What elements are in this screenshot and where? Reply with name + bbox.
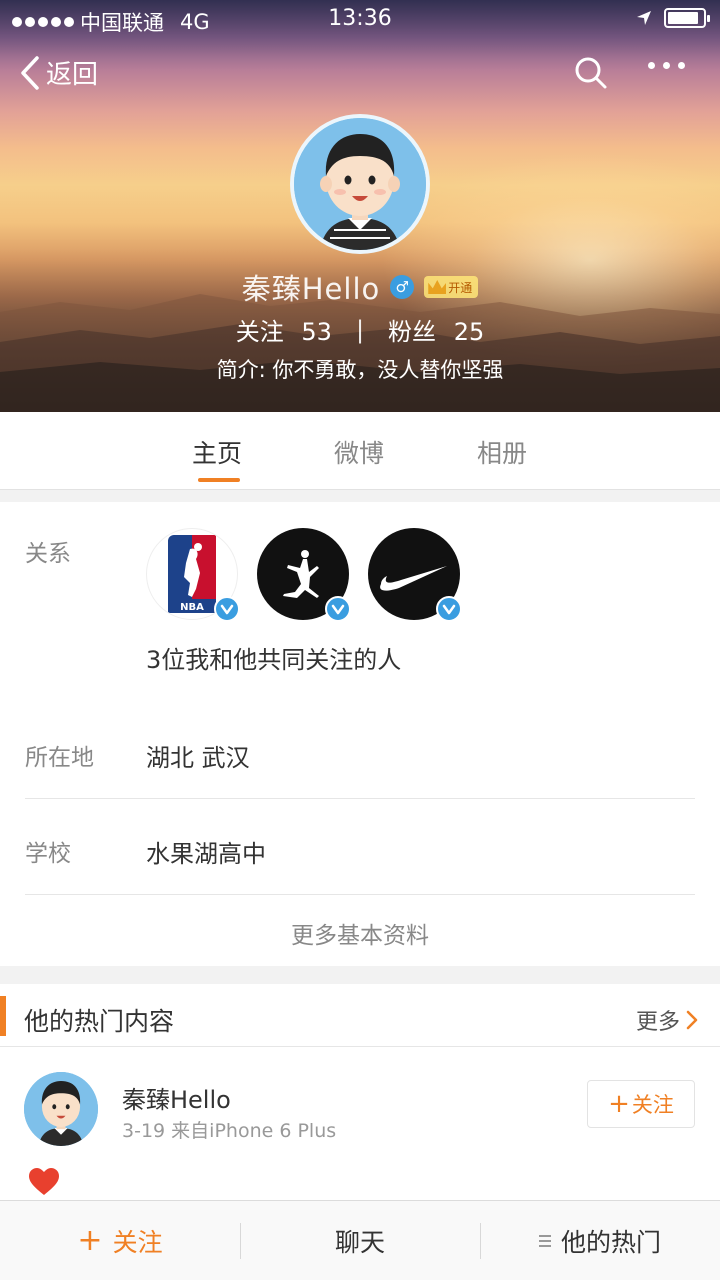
tab-home[interactable]: 主页 xyxy=(192,434,242,470)
post-author-name[interactable]: 秦臻Hello xyxy=(122,1080,231,1115)
hot-content-title: 他的热门内容 xyxy=(24,1007,175,1036)
his-hot-label: 他的热门 xyxy=(560,1228,661,1257)
plus-icon: + xyxy=(608,1089,630,1119)
jumpman-logo-icon xyxy=(283,550,319,598)
verified-badge-icon xyxy=(325,596,351,622)
cartoon-avatar-icon xyxy=(294,118,426,250)
school-label: 学校 xyxy=(25,841,71,867)
following-stat[interactable]: 关注 53 xyxy=(236,312,332,347)
location-value: 湖北 武汉 xyxy=(146,744,250,772)
heart-emoji-icon xyxy=(29,1168,59,1195)
top-nav: 返回 xyxy=(0,48,720,100)
nba-logo-text: NBA xyxy=(180,602,204,613)
post-author-avatar[interactable] xyxy=(24,1072,98,1146)
profile-tabs: 主页 微博 相册 xyxy=(0,412,720,490)
chevron-left-icon xyxy=(21,55,39,90)
mutual-follow-nba[interactable]: NBA xyxy=(146,528,240,622)
section-accent-bar xyxy=(0,996,6,1036)
chat-label: 聊天 xyxy=(334,1228,385,1257)
post-follow-button[interactable]: + 关注 xyxy=(587,1080,695,1128)
follow-button[interactable]: + 关注 xyxy=(0,1201,240,1280)
hot-content-section: 他的热门内容 更多 秦臻Hello 3-19 来自iPhone 6 Plus +… xyxy=(0,984,720,1200)
vip-badge[interactable]: 开通 xyxy=(424,276,479,298)
hot-more-label: 更多 xyxy=(635,1010,680,1035)
mutual-follow-nike[interactable] xyxy=(368,528,462,622)
mutual-follow-text[interactable]: 3位我和他共同关注的人 xyxy=(146,640,401,675)
nike-swoosh-icon xyxy=(380,566,447,591)
tab-weibo[interactable]: 微博 xyxy=(334,434,384,470)
follow-label: 关注 xyxy=(112,1228,163,1257)
back-label: 返回 xyxy=(46,60,99,90)
plus-icon: + xyxy=(77,1223,103,1258)
divider xyxy=(25,798,695,799)
post-meta: 3-19 来自iPhone 6 Plus xyxy=(122,1120,337,1142)
hot-more-link[interactable]: 更多 xyxy=(636,1004,698,1036)
chevron-right-icon xyxy=(686,1010,698,1030)
male-gender-icon: ♂ xyxy=(390,275,415,299)
profile-avatar[interactable] xyxy=(290,114,430,254)
location-arrow-icon xyxy=(637,11,651,25)
clock: 13:36 xyxy=(328,6,392,31)
relation-label: 关系 xyxy=(25,541,71,567)
school-value: 水果湖高中 xyxy=(146,840,266,868)
tab-album[interactable]: 相册 xyxy=(477,434,527,470)
menu-icon xyxy=(538,1235,551,1247)
more-basic-info-link[interactable]: 更多基本资料 xyxy=(0,916,720,950)
nba-logo-icon: NBA xyxy=(168,535,216,613)
profile-stats: 关注 53 | 粉丝 25 xyxy=(0,312,720,347)
bottom-action-bar: + 关注 聊天 他的热门 xyxy=(0,1200,720,1280)
verified-badge-icon xyxy=(436,596,462,622)
profile-name-row: 秦臻Hello ♂ 开通 xyxy=(0,266,720,308)
followers-label: 粉丝 xyxy=(388,318,437,346)
basic-info-card: 关系 NBA 3位我和他共同关注的人 所在地 湖北 武汉 学校 水果湖高中 更多… xyxy=(0,502,720,966)
status-bar: 中国联通 4G 13:36 xyxy=(0,0,720,38)
his-hot-button[interactable]: 他的热门 xyxy=(480,1201,720,1280)
location-label: 所在地 xyxy=(25,745,94,771)
battery-icon xyxy=(664,8,710,28)
profile-name: 秦臻Hello xyxy=(241,272,381,306)
crown-icon xyxy=(428,280,447,294)
active-tab-indicator xyxy=(198,478,240,482)
search-icon[interactable] xyxy=(574,56,608,90)
mutual-follow-jordan[interactable] xyxy=(257,528,351,622)
divider xyxy=(25,894,695,895)
following-count: 53 xyxy=(301,318,332,346)
stats-separator: | xyxy=(355,315,365,344)
followers-stat[interactable]: 粉丝 25 xyxy=(388,312,484,347)
following-label: 关注 xyxy=(235,318,284,346)
vip-badge-label: 开通 xyxy=(448,280,473,295)
more-options-icon[interactable] xyxy=(648,62,685,69)
back-button[interactable]: 返回 xyxy=(20,54,98,91)
cartoon-avatar-icon xyxy=(24,1072,98,1146)
followers-count: 25 xyxy=(453,318,485,346)
post-follow-label: 关注 xyxy=(631,1093,674,1117)
chat-button[interactable]: 聊天 xyxy=(240,1201,480,1280)
verified-badge-icon xyxy=(214,596,240,622)
profile-bio: 简介: 你不勇敢，没人替你坚强 xyxy=(216,358,504,382)
divider xyxy=(0,1046,720,1047)
